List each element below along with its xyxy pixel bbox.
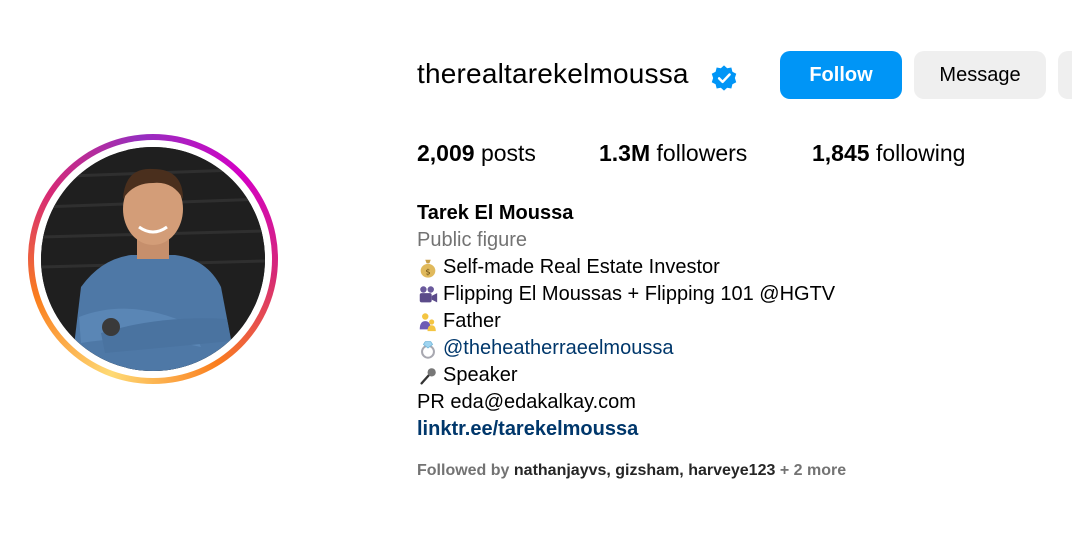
- posts-label: posts: [480, 140, 536, 166]
- svg-text:$: $: [425, 266, 430, 276]
- verified-badge-icon: [711, 65, 737, 91]
- bio-line-text: Flipping El Moussas + Flipping 101 @HGTV: [443, 283, 836, 305]
- movie-camera-icon: [419, 285, 438, 302]
- following-stat[interactable]: 1,845 following: [812, 140, 965, 167]
- following-label: following: [875, 140, 966, 166]
- followed-by-separator: ,: [679, 462, 689, 479]
- bio-line: Father: [417, 308, 835, 335]
- family-icon: [419, 312, 436, 331]
- followed-by-separator: ,: [606, 462, 616, 479]
- profile-full-name: Tarek El Moussa: [417, 202, 574, 224]
- bio-line: @theheatherraeelmoussa: [417, 335, 835, 362]
- ring-icon: [421, 340, 435, 359]
- profile-avatar[interactable]: [41, 147, 265, 371]
- followed-by-more[interactable]: + 2 more: [780, 462, 846, 479]
- bio-line-text: Self-made Real Estate Investor: [443, 256, 720, 278]
- followed-by-user[interactable]: nathanjayvs: [514, 462, 606, 479]
- story-ring[interactable]: [28, 134, 278, 384]
- story-ring-gap: [34, 140, 272, 378]
- bio-line-text: Father: [443, 310, 501, 332]
- followed-by-user[interactable]: harveye123: [688, 462, 775, 479]
- bio-line-text: Speaker: [443, 364, 518, 386]
- following-count: 1,845: [812, 140, 870, 166]
- bio-line: Flipping El Moussas + Flipping 101 @HGTV: [417, 281, 835, 308]
- bio-line: Speaker: [417, 362, 835, 389]
- followed-by[interactable]: Followed by nathanjayvs, gizsham, harvey…: [417, 462, 846, 480]
- microphone-icon: [420, 367, 436, 384]
- spouse-mention-link[interactable]: @theheatherraeelmoussa: [443, 335, 673, 362]
- profile-category: Public figure: [417, 229, 528, 251]
- bio-external-link[interactable]: linktr.ee/tarekelmoussa: [417, 416, 835, 443]
- followers-stat[interactable]: 1.3M followers: [599, 140, 747, 167]
- followers-label: followers: [656, 140, 748, 166]
- followers-count: 1.3M: [599, 140, 651, 166]
- money-bag-icon: $: [420, 259, 436, 278]
- profile-username: therealtarekelmoussa: [417, 58, 689, 89]
- followed-by-user[interactable]: gizsham: [615, 462, 679, 479]
- posts-stat: 2,009 posts: [417, 140, 536, 167]
- bio-line: $ Self-made Real Estate Investor: [417, 254, 835, 281]
- posts-count: 2,009: [417, 140, 475, 166]
- followed-by-prefix: Followed by: [417, 462, 510, 479]
- follow-button[interactable]: Follow: [780, 51, 902, 99]
- message-button[interactable]: Message: [914, 51, 1046, 99]
- suggested-accounts-button[interactable]: [1058, 51, 1072, 99]
- profile-bio: Tarek El Moussa Public figure $ Self-mad…: [417, 200, 835, 443]
- bio-contact: PR eda@edakalkay.com: [417, 391, 636, 413]
